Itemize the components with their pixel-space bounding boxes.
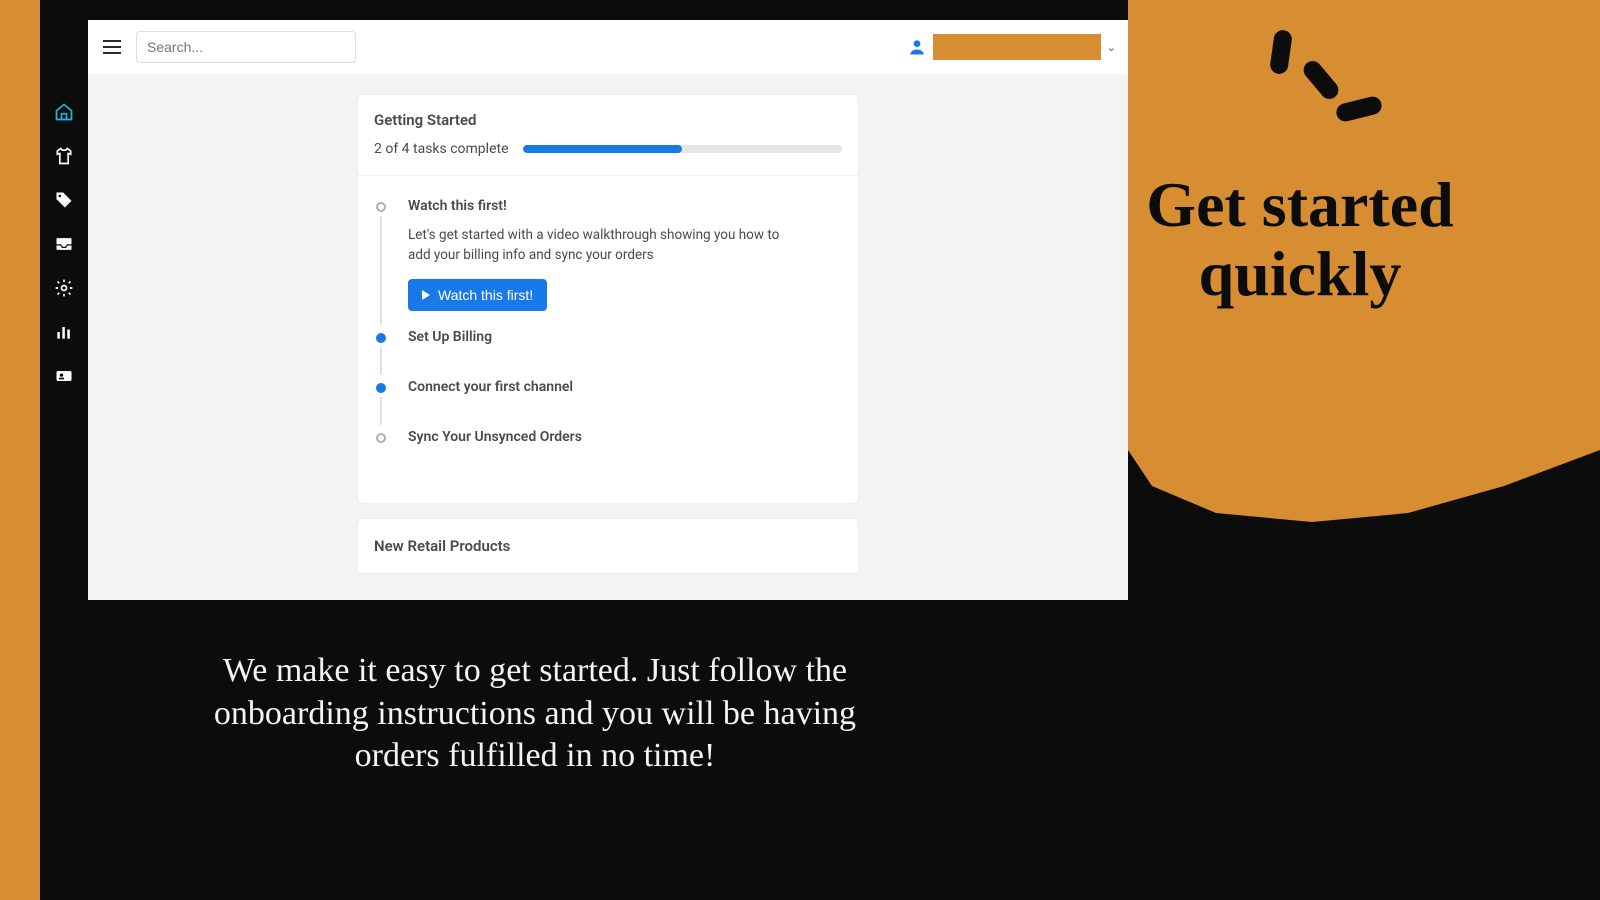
gear-icon[interactable]	[54, 278, 74, 298]
promo-headline: Get started quickly	[1135, 170, 1465, 308]
progress-row: 2 of 4 tasks complete	[358, 141, 858, 176]
watch-first-button[interactable]: Watch this first!	[408, 279, 547, 311]
chart-icon[interactable]	[54, 322, 74, 342]
progress-bar	[523, 145, 842, 153]
user-menu[interactable]: ⌄	[907, 34, 1116, 60]
button-label: Watch this first!	[438, 287, 533, 303]
home-icon[interactable]	[54, 102, 74, 122]
new-retail-products-card: New Retail Products	[357, 518, 859, 574]
main-area: ⌄ Getting Started 2 of 4 tasks complete …	[88, 20, 1128, 600]
task-done-icon	[376, 383, 386, 393]
task-title: Watch this first!	[408, 198, 842, 214]
play-icon	[422, 290, 430, 300]
spark-decoration	[1260, 30, 1400, 150]
task-title: Sync Your Unsynced Orders	[408, 429, 842, 445]
id-card-icon[interactable]	[54, 366, 74, 386]
task-item[interactable]: Connect your first channel	[374, 379, 842, 429]
task-description: Let's get started with a video walkthrou…	[408, 226, 788, 265]
sidebar	[40, 20, 88, 600]
task-item[interactable]: Sync Your Unsynced Orders	[374, 429, 842, 463]
promo-subtext: We make it easy to get started. Just fol…	[175, 650, 895, 778]
card-title: Getting Started	[358, 95, 858, 141]
content-area: Getting Started 2 of 4 tasks complete Wa…	[88, 74, 1128, 600]
app-screenshot: ⌄ Getting Started 2 of 4 tasks complete …	[40, 20, 1128, 600]
shirt-icon[interactable]	[54, 146, 74, 166]
task-title: Connect your first channel	[408, 379, 842, 395]
user-icon	[907, 37, 927, 57]
progress-text: 2 of 4 tasks complete	[374, 141, 509, 157]
task-pending-icon	[376, 202, 386, 212]
getting-started-card: Getting Started 2 of 4 tasks complete Wa…	[357, 94, 859, 504]
task-list: Watch this first! Let's get started with …	[358, 176, 858, 503]
chevron-down-icon: ⌄	[1107, 41, 1116, 54]
card-title: New Retail Products	[358, 519, 858, 573]
task-title: Set Up Billing	[408, 329, 842, 345]
tag-icon[interactable]	[54, 190, 74, 210]
task-done-icon	[376, 333, 386, 343]
inbox-icon[interactable]	[54, 234, 74, 254]
topbar: ⌄	[88, 20, 1128, 74]
user-name-redacted	[933, 34, 1101, 60]
task-pending-icon	[376, 433, 386, 443]
hamburger-menu-icon[interactable]	[100, 35, 124, 59]
task-item[interactable]: Watch this first! Let's get started with …	[374, 198, 842, 329]
search-input[interactable]	[136, 31, 356, 63]
task-item[interactable]: Set Up Billing	[374, 329, 842, 379]
